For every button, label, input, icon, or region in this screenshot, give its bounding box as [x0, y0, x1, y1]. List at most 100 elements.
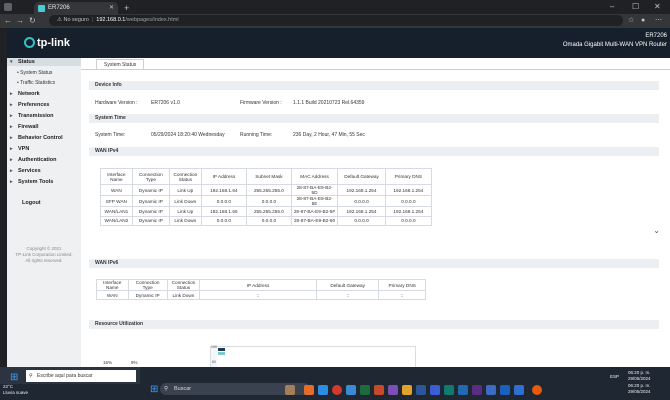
- table-cell: 0.0.0.0: [384, 215, 433, 226]
- wan-ipv4-table: Interface Name Connection Type Connectio…: [100, 168, 433, 226]
- system-time-label: System Time:: [95, 132, 126, 138]
- firefox-icon[interactable]: [532, 385, 542, 395]
- table-cell: WAN/LAN1: [100, 206, 133, 217]
- tray-lang[interactable]: ESP: [610, 374, 619, 379]
- taskbar-app-icon[interactable]: [444, 385, 454, 395]
- column-header: Connection Status: [169, 168, 202, 185]
- column-header: Interface Name: [100, 168, 133, 185]
- sidebar-item-authentication[interactable]: ▸ Authentication: [10, 157, 57, 163]
- sidebar-item-preferences[interactable]: ▸ Preferences: [10, 102, 50, 108]
- weather-desc: Lluvia suave: [3, 390, 29, 395]
- sidebar-item-firewall[interactable]: ▸ Firewall: [10, 124, 38, 130]
- table-cell: 0.0.0.0: [200, 215, 248, 226]
- table-cell: 0.0.0.0: [246, 195, 292, 207]
- powerpoint-icon[interactable]: [374, 385, 384, 395]
- chart-y-axis: [211, 347, 217, 367]
- table-cell: Dynamic IP: [131, 215, 171, 226]
- taskbar-app-icon[interactable]: [304, 385, 314, 395]
- tray-clock-secondary[interactable]: 06:20 p. m. 29/05/2024: [628, 383, 651, 395]
- sidebar-item-vpn[interactable]: ▸ VPN: [10, 146, 29, 152]
- tab-close-icon[interactable]: ✕: [109, 2, 114, 14]
- reload-icon[interactable]: ↻: [29, 15, 36, 27]
- table-cell: Dynamic IP: [131, 206, 171, 217]
- table-cell: WAN: [96, 290, 129, 300]
- file-explorer-icon[interactable]: [402, 385, 412, 395]
- legend-swatch: [218, 352, 225, 355]
- running-time-value: 236 Day, 2 Hour, 47 Min, 55 Sec: [293, 132, 365, 138]
- table-cell: 0.0.0.0: [337, 215, 386, 226]
- column-header: Connection Type: [127, 279, 168, 291]
- model-name: ER7206: [645, 33, 667, 39]
- router-web-page: tp-link ER7206 Omada Gigabit Multi-WAN V…: [7, 28, 670, 367]
- taskbar-app-icon[interactable]: [514, 385, 524, 395]
- taskbar-app-icon[interactable]: [318, 385, 328, 395]
- minimize-icon[interactable]: –: [610, 2, 614, 12]
- chrome-icon[interactable]: [332, 385, 342, 395]
- new-tab-button[interactable]: +: [124, 2, 129, 14]
- memory-usage-chart: [210, 346, 416, 367]
- vscode-icon[interactable]: [500, 385, 510, 395]
- taskbar-app-icon[interactable]: [346, 385, 356, 395]
- sidebar-subitem-traffic-statistics[interactable]: • Traffic Statistics: [17, 80, 55, 86]
- chevron-right-icon: ▸: [10, 157, 13, 163]
- browser-menu-dots-icon[interactable]: ⋯: [655, 15, 662, 27]
- column-header: Default Gateway: [315, 279, 380, 291]
- taskbar-search-input[interactable]: ⚲ Escribe aquí para buscar: [26, 370, 136, 382]
- scroll-chevron-icon[interactable]: ⌄: [653, 226, 660, 235]
- tab-divider: [81, 69, 670, 70]
- start-button-icon[interactable]: ⊞: [150, 384, 158, 395]
- section-system-time: System Time: [89, 114, 659, 123]
- not-secure-label: No seguro: [63, 17, 89, 23]
- sidebar-item-transmission[interactable]: ▸ Transmission: [10, 113, 53, 119]
- browser-tab[interactable]: ER7206 ✕: [34, 2, 118, 14]
- table-cell: 192.168.1.65: [200, 206, 248, 217]
- chevron-right-icon: ▸: [10, 146, 13, 152]
- outlook-icon[interactable]: [458, 385, 468, 395]
- table-cell: WAN/LAN2: [100, 215, 133, 226]
- sidebar-subitem-system-status[interactable]: • System Status: [17, 70, 52, 76]
- wan-ipv4-row: SFP WAN Dynamic IP Link Down 0.0.0.0 0.0.0.0…: [100, 195, 433, 207]
- sidebar-item-behavior-control[interactable]: ▸ Behavior Control: [10, 135, 63, 141]
- back-icon[interactable]: ←: [4, 15, 12, 27]
- sidebar-item-network[interactable]: ▸ Network: [10, 91, 40, 97]
- logout-link[interactable]: Logout: [22, 200, 41, 206]
- taskbar-app-icon[interactable]: [285, 385, 295, 395]
- y-tick: 80: [212, 360, 216, 364]
- sidebar-item-system-tools[interactable]: ▸ System Tools: [10, 179, 53, 185]
- column-header: Interface Name: [96, 279, 129, 291]
- section-wan-ipv4: WAN IPv4: [89, 147, 659, 156]
- not-secure-warning-icon: ⚠: [57, 17, 62, 23]
- section-resource-utilization: Resource Utilization: [89, 320, 659, 329]
- table-cell: Dynamic IP: [131, 195, 171, 207]
- column-header: Primary DNS: [384, 168, 433, 185]
- page-header: tp-link ER7206 Omada Gigabit Multi-WAN V…: [7, 28, 670, 58]
- word-icon[interactable]: [416, 385, 426, 395]
- bookmark-star-icon[interactable]: ☆: [628, 15, 634, 27]
- chevron-down-icon: ▾: [10, 59, 13, 65]
- taskbar-app-icon[interactable]: [472, 385, 482, 395]
- tray-clock[interactable]: 06:20 p. m. 29/05/2024: [628, 370, 651, 382]
- chevron-right-icon: ▸: [10, 91, 13, 97]
- taskbar-app-icon[interactable]: [388, 385, 398, 395]
- wan-ipv6-table: Interface Name Connection Type Connectio…: [96, 279, 426, 300]
- windows-start-icon[interactable]: ⊞: [10, 372, 18, 383]
- table-cell: ::: [378, 290, 426, 300]
- forward-icon[interactable]: →: [16, 15, 24, 27]
- section-device-info: Device Info: [89, 81, 659, 90]
- y-tick: 100: [211, 345, 217, 349]
- sidebar-item-status[interactable]: ▾ Status: [10, 59, 35, 65]
- close-window-icon[interactable]: ✕: [654, 2, 661, 12]
- taskbar-app-icon[interactable]: [430, 385, 440, 395]
- table-cell: WAN: [100, 184, 133, 196]
- running-time-label: Running Time:: [240, 132, 273, 138]
- wan-ipv4-row: WAN/LAN1 Dynamic IP Link Up 192.168.1.65 255…: [100, 206, 433, 217]
- weather-widget[interactable]: 22°C Lluvia suave: [3, 384, 28, 396]
- maximize-icon[interactable]: ☐: [632, 2, 639, 12]
- profile-icon[interactable]: ●: [641, 15, 645, 27]
- sidebar-item-services[interactable]: ▸ Services: [10, 168, 41, 174]
- url-field[interactable]: ⚠ No seguro | 192.168.0.1/webpages/index.h…: [49, 15, 623, 26]
- wan-ipv4-row: WAN Dynamic IP Link Up 192.168.1.64 255.255.…: [100, 184, 433, 196]
- excel-icon[interactable]: [360, 385, 370, 395]
- browser-menu-icon[interactable]: [4, 3, 12, 11]
- taskbar-app-icon[interactable]: [486, 385, 496, 395]
